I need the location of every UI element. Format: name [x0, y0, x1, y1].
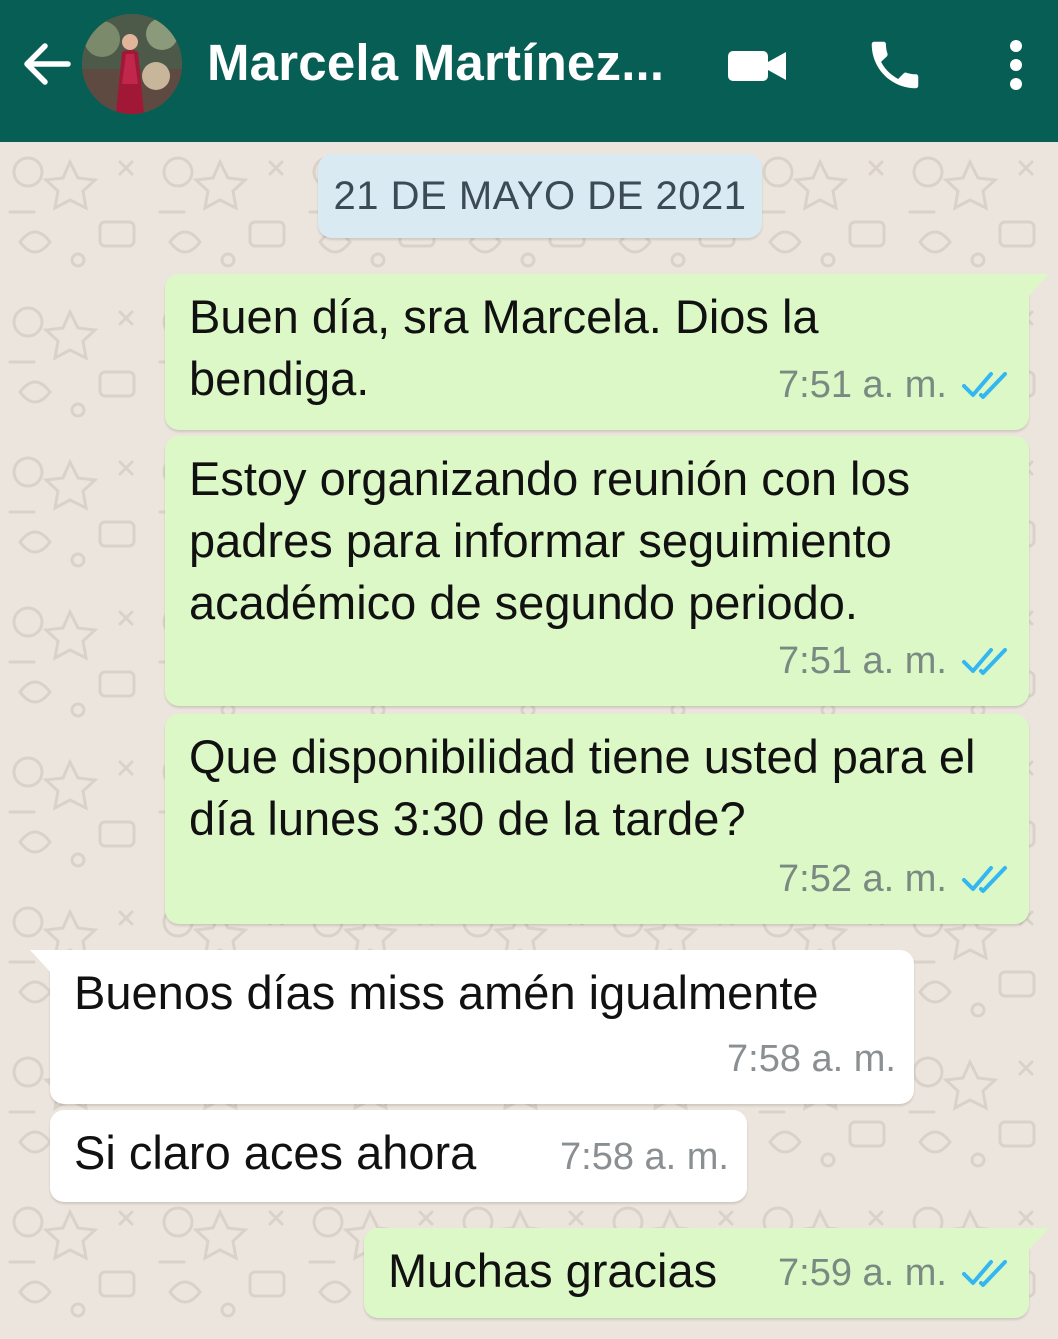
- video-call-icon: [728, 51, 786, 81]
- message-meta: 7:52 a. m.: [778, 848, 1011, 910]
- message-time: 7:58 a. m.: [560, 1136, 729, 1178]
- outgoing-message[interactable]: Que disponibilidad tiene usted para el d…: [165, 714, 1029, 924]
- message-time: 7:52 a. m.: [778, 858, 947, 900]
- outgoing-message[interactable]: Muchas gracias 7:59 a. m.: [364, 1228, 1049, 1318]
- more-vert-icon: [1010, 40, 1022, 90]
- message-time: 7:59 a. m.: [778, 1252, 947, 1294]
- bubble-tail: [1019, 274, 1049, 300]
- avatar[interactable]: [82, 14, 182, 114]
- bubble-tail: [30, 950, 60, 976]
- outgoing-message[interactable]: Buen día, sra Marcela. Dios la bendiga. …: [165, 274, 1049, 430]
- contact-name[interactable]: Marcela Martínez...: [207, 33, 664, 92]
- chat-header: Marcela Martínez...: [0, 0, 1058, 142]
- arrow-back-icon: [24, 43, 71, 85]
- message-text: Que disponibilidad tiene usted para el d…: [189, 730, 976, 845]
- read-ticks-icon: [962, 866, 1007, 893]
- read-ticks-icon: [962, 1260, 1007, 1287]
- message-time: 7:58 a. m.: [727, 1038, 896, 1080]
- date-chip: 21 DE MAYO DE 2021: [318, 154, 762, 238]
- video-call-button[interactable]: [724, 42, 790, 90]
- read-ticks-icon: [962, 372, 1007, 399]
- message-time: 7:51 a. m.: [778, 364, 947, 406]
- incoming-message[interactable]: Buenos días miss amén igualmente 7:58 a.…: [30, 950, 914, 1104]
- phone-icon: [871, 41, 919, 89]
- message-text: Estoy organizando reunión con los padres…: [189, 452, 911, 629]
- contact-photo: [82, 14, 182, 114]
- message-meta: 7:58 a. m.: [560, 1126, 729, 1188]
- message-meta: 7:58 a. m.: [727, 1028, 896, 1090]
- message-meta: 7:51 a. m.: [778, 354, 1011, 416]
- message-meta: 7:59 a. m.: [778, 1242, 1011, 1304]
- message-meta: 7:51 a. m.: [778, 630, 1011, 692]
- incoming-message[interactable]: Si claro aces ahora 7:58 a. m.: [50, 1110, 747, 1202]
- back-button[interactable]: [18, 36, 74, 92]
- outgoing-message[interactable]: Estoy organizando reunión con los padres…: [165, 436, 1029, 706]
- voice-call-button[interactable]: [864, 34, 926, 96]
- read-ticks-icon: [962, 648, 1007, 675]
- message-text: Buenos días miss amén igualmente: [74, 966, 819, 1019]
- chat-area[interactable]: 21 DE MAYO DE 2021 Buen día, sra Marcela…: [0, 142, 1058, 1339]
- message-time: 7:51 a. m.: [778, 640, 947, 682]
- bubble-tail: [1019, 1228, 1049, 1254]
- more-options-button[interactable]: [994, 34, 1038, 96]
